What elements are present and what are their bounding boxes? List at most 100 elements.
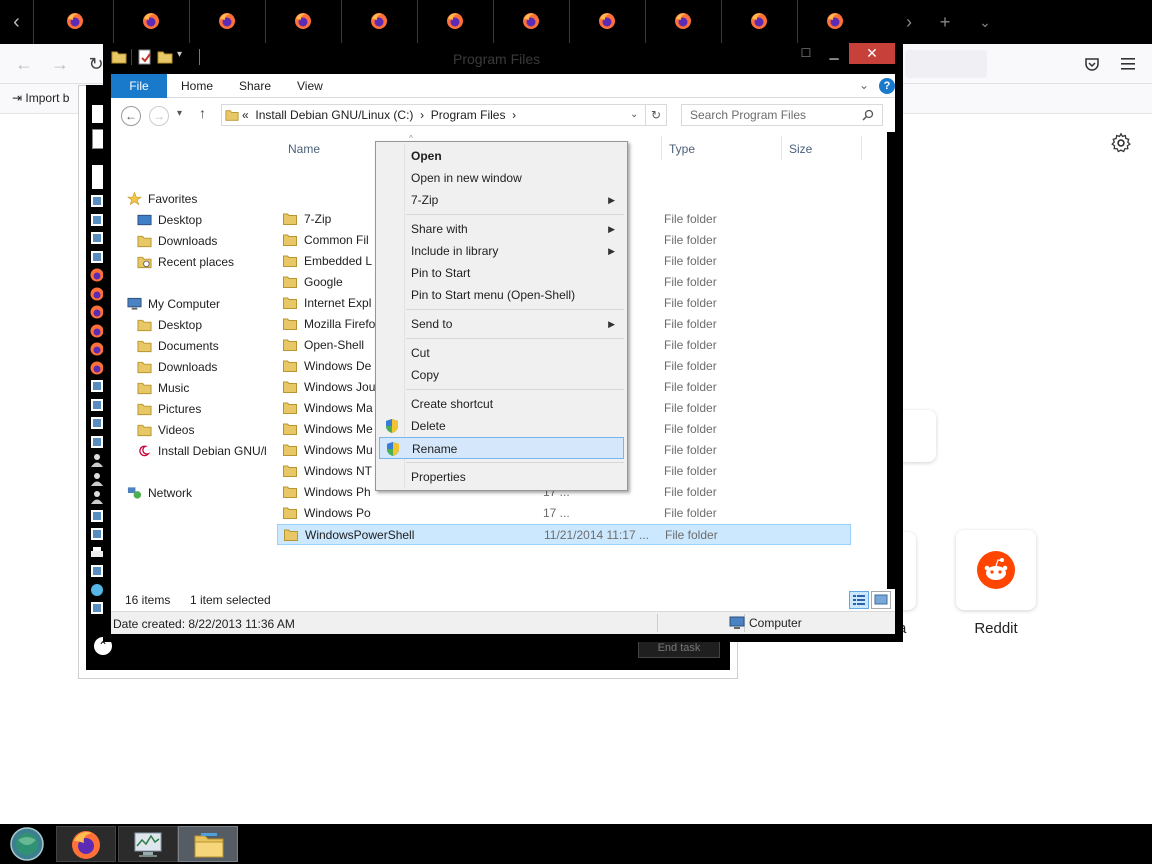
firefox-icon bbox=[90, 305, 104, 319]
menu-item-open-in-new-window[interactable]: Open in new window bbox=[379, 167, 624, 189]
search-icon bbox=[862, 109, 874, 121]
menu-icon[interactable] bbox=[1121, 57, 1135, 71]
expand-ribbon-icon[interactable]: ⌄ bbox=[859, 78, 869, 92]
folder-icon bbox=[283, 402, 297, 414]
list-all-tabs-icon[interactable]: ⌄ bbox=[970, 0, 1000, 44]
menu-item-include-in-library[interactable]: Include in library ▶ bbox=[379, 240, 624, 262]
taskbar-file-explorer-button[interactable] bbox=[178, 826, 238, 862]
app-icon bbox=[90, 564, 104, 578]
breadcrumb-separator[interactable]: › bbox=[420, 108, 424, 122]
taskbar-firefox-button[interactable] bbox=[56, 826, 116, 862]
title-bar[interactable]: ▾ Program Files ☐ ▁ ✕ bbox=[103, 43, 903, 74]
back-icon[interactable]: ← bbox=[121, 106, 141, 126]
menu-item-pin-to-start[interactable]: Pin to Start bbox=[379, 262, 624, 284]
menu-item-create-shortcut[interactable]: Create shortcut bbox=[379, 393, 624, 415]
menu-item-properties[interactable]: Properties bbox=[379, 466, 624, 488]
new-folder-icon[interactable] bbox=[157, 49, 173, 65]
tab-view[interactable]: View bbox=[297, 74, 323, 98]
printer-icon bbox=[90, 546, 104, 560]
firefox-tab-icon[interactable] bbox=[446, 12, 464, 30]
tab-file[interactable]: File bbox=[111, 74, 167, 98]
import-bookmarks-label: Import b bbox=[25, 91, 70, 105]
nav-favorites-desktop-label: Desktop bbox=[158, 213, 203, 227]
close-icon[interactable]: ✕ bbox=[849, 43, 895, 64]
minimize-icon[interactable]: ▁ bbox=[821, 43, 847, 64]
file-name: Windows Ph bbox=[304, 485, 371, 499]
tab-scroll-left-icon[interactable]: ‹ bbox=[0, 0, 34, 44]
start-orb-icon[interactable] bbox=[5, 826, 45, 862]
file-row[interactable]: Windows Po 17 ... File folder bbox=[277, 503, 851, 524]
menu-item-rename[interactable]: Rename bbox=[379, 437, 624, 459]
refresh-icon[interactable]: ↻ bbox=[645, 104, 667, 126]
reddit-shortcut-tile[interactable] bbox=[956, 530, 1036, 610]
menu-item-open[interactable]: Open bbox=[379, 145, 624, 167]
address-dropdown-icon[interactable]: ⌄ bbox=[630, 109, 638, 120]
app-icon bbox=[90, 250, 104, 264]
file-row[interactable]: WindowsPowerShell 11/21/2014 11:17 ... Fil… bbox=[277, 524, 851, 545]
menu-item-share-with[interactable]: Share with ▶ bbox=[379, 218, 624, 240]
details-view-icon[interactable] bbox=[849, 591, 869, 609]
menu-item-label: 7-Zip bbox=[411, 193, 439, 207]
tab-separator bbox=[721, 0, 722, 44]
menu-item-cut[interactable]: Cut bbox=[379, 342, 624, 364]
menu-separator bbox=[406, 462, 624, 463]
taskbar-task-manager-button[interactable] bbox=[118, 826, 178, 862]
forward-icon[interactable]: → bbox=[48, 52, 72, 76]
recent-locations-icon[interactable]: ▾ bbox=[177, 108, 182, 119]
firefox-tab-icon[interactable] bbox=[826, 12, 844, 30]
large-icons-view-icon[interactable] bbox=[871, 591, 891, 609]
import-bookmarks-button[interactable]: ⇥ Import b bbox=[12, 91, 69, 105]
properties-icon[interactable] bbox=[137, 49, 153, 65]
forward-icon[interactable]: → bbox=[149, 106, 169, 126]
search-input[interactable]: Search Program Files bbox=[681, 104, 883, 126]
breadcrumb-separator[interactable]: › bbox=[512, 108, 516, 122]
user-icon bbox=[90, 453, 104, 467]
menu-item-label: Copy bbox=[411, 368, 440, 382]
help-icon[interactable]: ? bbox=[879, 78, 895, 94]
firefox-tab-icon[interactable] bbox=[294, 12, 312, 30]
tab-scroll-right-icon[interactable]: › bbox=[894, 0, 924, 44]
firefox-tab-icon[interactable] bbox=[370, 12, 388, 30]
column-header-type[interactable]: Type bbox=[669, 142, 695, 156]
app-icon bbox=[90, 213, 104, 227]
up-icon[interactable]: ↑ bbox=[199, 105, 206, 121]
column-header-size[interactable]: Size bbox=[789, 142, 812, 156]
pocket-icon[interactable] bbox=[1084, 56, 1100, 72]
firefox-tab-icon[interactable] bbox=[598, 12, 616, 30]
file-type: File folder bbox=[664, 443, 717, 457]
firefox-icon bbox=[90, 324, 104, 338]
url-bar[interactable] bbox=[905, 50, 987, 78]
back-icon[interactable]: ← bbox=[12, 52, 36, 76]
user-icon bbox=[90, 490, 104, 504]
menu-item-delete[interactable]: Delete bbox=[379, 415, 624, 437]
firefox-tab-icon[interactable] bbox=[142, 12, 160, 30]
menu-item-copy[interactable]: Copy bbox=[379, 364, 624, 386]
firefox-tab-icon[interactable] bbox=[674, 12, 692, 30]
column-header-name[interactable]: Name bbox=[288, 142, 320, 156]
gear-icon[interactable] bbox=[1110, 132, 1132, 154]
breadcrumb-drive[interactable]: Install Debian GNU/Linux (C:) bbox=[255, 108, 413, 122]
file-name: Windows Mu bbox=[304, 443, 373, 457]
menu-item-send-to[interactable]: Send to ▶ bbox=[379, 313, 624, 335]
firefox-tab-icon[interactable] bbox=[218, 12, 236, 30]
firefox-tab-icon[interactable] bbox=[66, 12, 84, 30]
firefox-tab-icon[interactable] bbox=[522, 12, 540, 30]
menu-item-pin-to-start-menu-open-shell[interactable]: Pin to Start menu (Open-Shell) bbox=[379, 284, 624, 306]
address-bar[interactable]: « Install Debian GNU/Linux (C:) › Progra… bbox=[221, 104, 667, 126]
maximize-icon[interactable]: ☐ bbox=[793, 43, 819, 64]
file-name: WindowsPowerShell bbox=[305, 528, 415, 542]
menu-item-label: Share with bbox=[411, 222, 468, 236]
breadcrumb-program-files[interactable]: Program Files bbox=[431, 108, 506, 122]
tab-home[interactable]: Home bbox=[181, 74, 213, 98]
firefox-tab-icon[interactable] bbox=[750, 12, 768, 30]
folder-icon bbox=[283, 318, 297, 330]
breadcrumb-overflow[interactable]: « bbox=[242, 108, 249, 122]
new-tab-icon[interactable]: + bbox=[930, 0, 960, 44]
app-icon bbox=[90, 231, 104, 245]
tab-separator bbox=[341, 0, 342, 44]
file-name: Internet Expl bbox=[304, 296, 372, 310]
tab-separator bbox=[569, 0, 570, 44]
customize-toolbar-icon[interactable]: ▾ bbox=[177, 49, 182, 60]
menu-item-7-zip[interactable]: 7-Zip ▶ bbox=[379, 189, 624, 211]
tab-share[interactable]: Share bbox=[239, 74, 271, 98]
